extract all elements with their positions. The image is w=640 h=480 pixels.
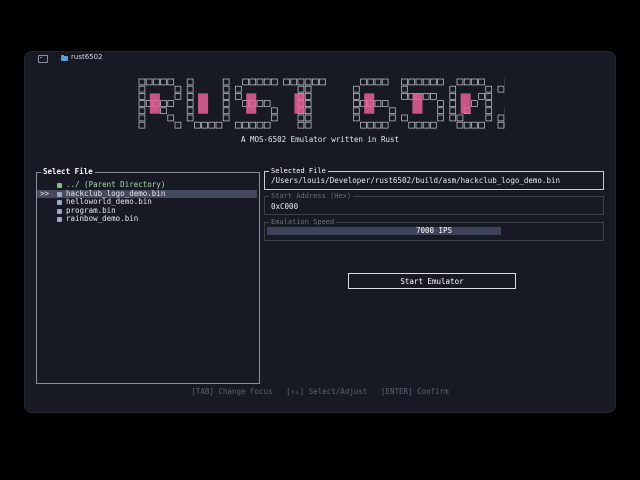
start-address-field[interactable]: Start Address (Hex) 0xC000 [264,191,604,215]
selected-file-label: Selected File [269,166,328,176]
emulation-speed-field[interactable]: Emulation Speed 7000 IPS [264,217,604,241]
file-name: rainbow_demo.bin [66,214,139,223]
terminal-icon [38,55,48,63]
rust6502-logo [138,78,505,129]
start-address-label: Start Address (Hex) [269,191,354,201]
selected-file-field: Selected File /Users/louis/Developer/rus… [264,166,604,190]
start-emulator-button[interactable]: Start Emulator [348,273,516,289]
file-list-item[interactable]: rainbow_demo.bin [37,214,257,224]
selected-file-path: /Users/louis/Developer/rust6502/build/as… [271,176,560,185]
file-list[interactable]: ../ (Parent Directory) >> hackclub_logo_de… [37,180,257,224]
emulation-speed-label: Emulation Speed [269,217,337,227]
file-icon [57,217,62,222]
app-subtitle: A MOS-6502 Emulator written in Rust [240,135,400,144]
file-icon [57,200,62,205]
terminal-window: rust6502 A MOS-6502 Emulator written in … [25,52,615,412]
file-icon [57,208,62,214]
file-browser-panel[interactable]: Select File ../ (Parent Directory) >> hack… [36,167,260,384]
file-browser-title: Select File [41,167,95,177]
start-address-value[interactable]: 0xC000 [271,202,298,211]
tab-title[interactable]: rust6502 [71,53,103,61]
title-bar: rust6502 [25,52,615,66]
selection-marker: >> [40,188,50,198]
keyboard-help-bar: [TAB] Change Focus [↑↓] Select/Adjust [E… [191,387,449,396]
emulation-speed-slider[interactable]: 7000 IPS [267,227,601,235]
folder-icon [57,183,62,188]
emulation-speed-value: 7000 IPS [415,226,453,235]
folder-icon [61,55,68,61]
file-icon [57,191,62,197]
